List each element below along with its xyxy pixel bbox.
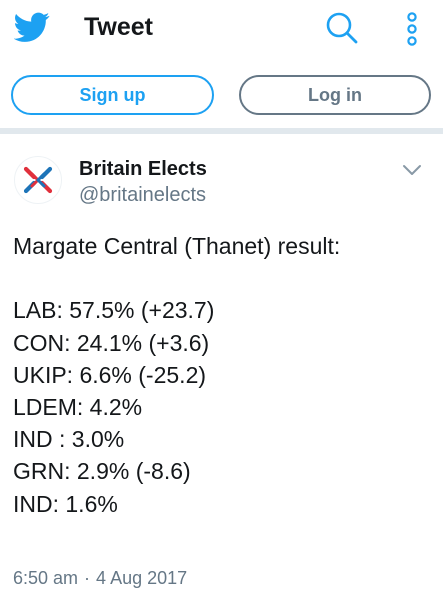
tweet-time: 6:50 am: [13, 568, 79, 588]
result-line: UKIP: 6.6% (-25.2): [13, 361, 207, 388]
chevron-down-icon[interactable]: [400, 160, 424, 180]
timestamp-separator: ·: [84, 568, 91, 588]
result-line: IND : 3.0%: [13, 426, 125, 453]
tweet-date: 4 Aug 2017: [96, 568, 188, 588]
result-line: CON: 24.1% (+3.6): [13, 329, 210, 356]
more-vertical-icon[interactable]: [398, 8, 426, 48]
top-bar: Tweet: [0, 0, 443, 62]
britain-elects-logo-icon: [23, 166, 53, 194]
login-button[interactable]: Log in: [239, 75, 431, 115]
author-handle[interactable]: @britainelects: [79, 182, 206, 208]
result-line: IND: 1.6%: [13, 490, 118, 517]
tweet-text: Margate Central (Thanet) result: LAB: 57…: [13, 230, 433, 520]
author-name[interactable]: Britain Elects: [79, 156, 207, 182]
avatar[interactable]: [14, 156, 62, 204]
result-line: LAB: 57.5% (+23.7): [13, 297, 215, 324]
tweet-card: Britain Elects @britainelects Margate Ce…: [0, 134, 443, 600]
search-icon[interactable]: [322, 8, 362, 48]
result-line: GRN: 2.9% (-8.6): [13, 458, 191, 485]
auth-buttons: Sign up Log in: [0, 62, 443, 128]
tweet-intro: Margate Central (Thanet) result:: [13, 233, 341, 259]
twitter-bird-icon[interactable]: [13, 9, 50, 45]
tweet-timestamp[interactable]: 6:50 am · 4 Aug 2017: [13, 566, 187, 590]
tweet-page: Tweet Sign up Log in Britain Elects @bri…: [0, 0, 443, 600]
result-line: LDEM: 4.2%: [13, 394, 143, 420]
signup-button[interactable]: Sign up: [11, 75, 214, 115]
page-title: Tweet: [84, 13, 153, 41]
